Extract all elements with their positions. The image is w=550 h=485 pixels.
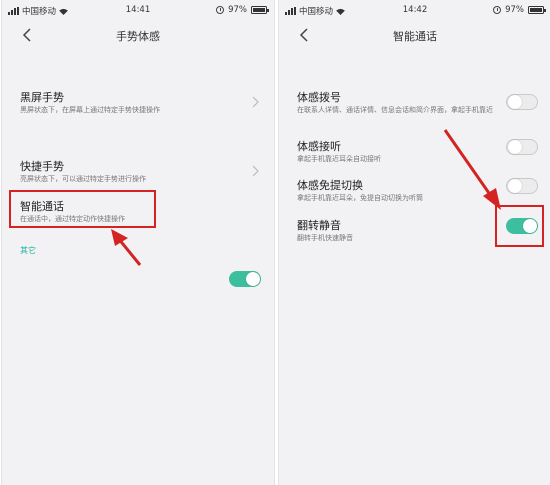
page-title: 手势体感	[116, 30, 160, 43]
settings-row-black-screen-gesture[interactable]: 黑屏手势 黑屏状态下，在屏幕上通过特定手势快捷操作	[2, 83, 274, 121]
toggle-knob	[508, 140, 522, 154]
alarm-icon	[493, 6, 502, 14]
toggle-knob	[246, 272, 260, 286]
row-description: 拿起手机靠近耳朵，免提自动切换为听筒	[297, 194, 423, 202]
chevron-right-icon	[252, 165, 259, 177]
row-description: 黑屏状态下，在屏幕上通过特定手势快捷操作	[20, 106, 160, 114]
motion-dial-toggle[interactable]	[506, 94, 538, 110]
motion-answer-toggle[interactable]	[506, 139, 538, 155]
row-title: 翻转静音	[297, 219, 341, 232]
chevron-right-icon	[252, 96, 259, 108]
row-description: 亮屏状态下，可以通过特定手势进行操作	[20, 175, 146, 183]
page-title: 智能通话	[393, 30, 437, 43]
battery-icon	[251, 6, 269, 14]
row-title: 体感拨号	[297, 91, 341, 104]
title-bar: 手势体感	[2, 20, 274, 50]
settings-row-quick-gesture[interactable]: 快捷手势 亮屏状态下，可以通过特定手势进行操作	[2, 152, 274, 190]
row-description: 拿起手机靠近耳朵自动接听	[297, 155, 381, 163]
toggle-knob	[523, 219, 537, 233]
speaker-switch-toggle[interactable]	[506, 178, 538, 194]
row-description: 在通话中，通过特定动作快捷操作	[20, 215, 125, 223]
row-title: 体感免提切换	[297, 179, 363, 192]
battery-percent: 97%	[505, 5, 524, 15]
section-label-other: 其它	[20, 246, 36, 255]
toggle-knob	[508, 179, 522, 193]
row-title: 体感接听	[297, 140, 341, 153]
row-title: 黑屏手势	[20, 91, 64, 104]
alarm-icon	[216, 6, 225, 14]
red-arrow-icon	[111, 229, 142, 266]
toggle-knob	[508, 95, 522, 109]
row-title: 快捷手势	[20, 160, 64, 173]
title-bar: 智能通话	[279, 20, 550, 50]
phone-screen-right: 中国移动 14:42 97% 智能通话 体感拨号 在联系人详情、通话详情、信息会…	[278, 0, 550, 485]
battery-icon	[528, 6, 546, 14]
status-bar: 中国移动 14:41 97%	[2, 0, 274, 20]
row-title: 智能通话	[20, 200, 64, 213]
other-toggle[interactable]	[229, 271, 261, 287]
row-description: 在联系人详情、通话详情、信息会话和简介界面，拿起手机靠近	[297, 106, 493, 114]
phone-screen-left: 中国移动 14:41 97% 手势体感 黑屏手势 黑屏状态下，在屏幕上通过特定手…	[1, 0, 275, 485]
battery-percent: 97%	[228, 5, 247, 15]
settings-row-smart-call[interactable]: 智能通话 在通话中，通过特定动作快捷操作	[2, 192, 274, 230]
row-description: 翻转手机快速静音	[297, 234, 353, 242]
flip-mute-toggle[interactable]	[506, 218, 538, 234]
status-bar: 中国移动 14:42 97%	[279, 0, 550, 20]
